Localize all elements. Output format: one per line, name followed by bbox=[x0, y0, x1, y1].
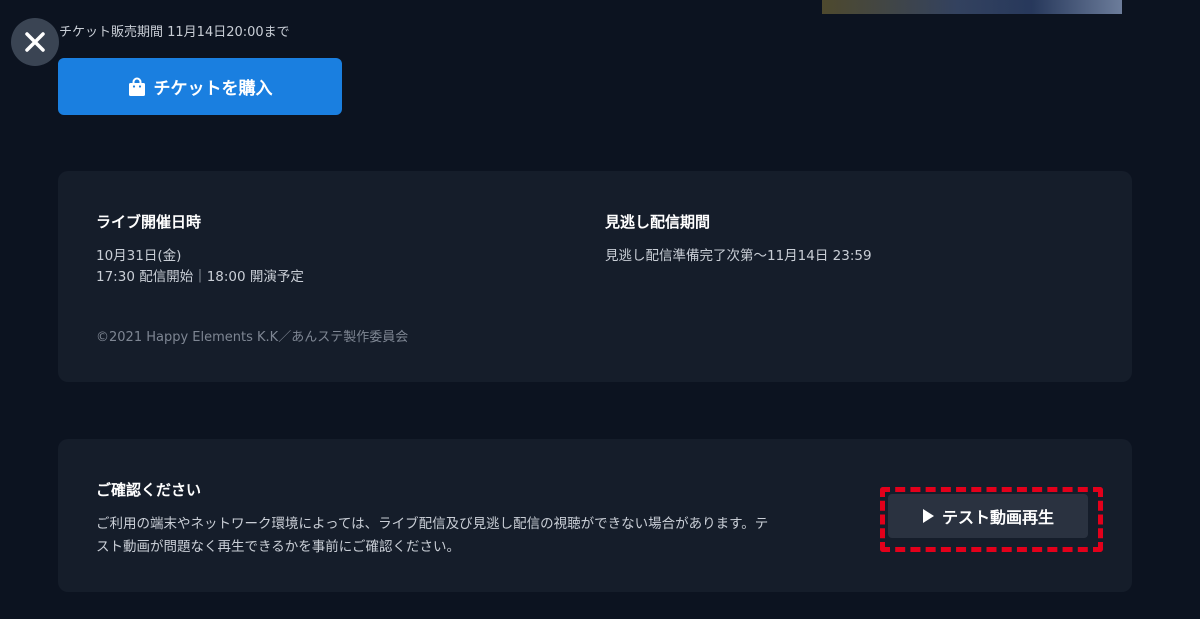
confirm-card: ご確認ください ご利用の端末やネットワーク環境によっては、ライブ配信及び見逃し配… bbox=[58, 439, 1132, 592]
archive-period-title: 見逃し配信期間 bbox=[605, 213, 711, 231]
confirm-title: ご確認ください bbox=[96, 481, 202, 499]
event-thumbnail bbox=[822, 0, 1122, 14]
close-button[interactable] bbox=[11, 18, 59, 66]
confirm-message: ご利用の端末やネットワーク環境によっては、ライブ配信及び見逃し配信の視聴ができな… bbox=[96, 513, 876, 559]
buy-ticket-label: チケットを購入 bbox=[153, 79, 273, 99]
shopping-bag-icon bbox=[128, 77, 145, 96]
live-time: 17:30 配信開始｜18:00 開演予定 bbox=[96, 269, 304, 285]
event-info-card: ライブ開催日時 10月31日(金) 17:30 配信開始｜18:00 開演予定 … bbox=[58, 171, 1132, 382]
live-datetime-title: ライブ開催日時 bbox=[96, 213, 202, 231]
test-video-button[interactable]: テスト動画再生 bbox=[888, 494, 1088, 538]
close-icon bbox=[25, 32, 45, 52]
confirm-message-line-1: ご利用の端末やネットワーク環境によっては、ライブ配信及び見逃し配信の視聴ができな… bbox=[96, 516, 769, 532]
buy-ticket-button[interactable]: チケットを購入 bbox=[58, 58, 342, 115]
play-icon bbox=[922, 509, 934, 523]
live-date: 10月31日(金) bbox=[96, 248, 182, 264]
test-video-label: テスト動画再生 bbox=[941, 508, 1054, 527]
archive-period: 見逃し配信準備完了次第〜11月14日 23:59 bbox=[605, 248, 872, 264]
copyright-text: ©2021 Happy Elements K.K／あんステ製作委員会 bbox=[96, 330, 409, 345]
ticket-sale-period: チケット販売期間 11月14日20:00まで bbox=[59, 25, 290, 40]
confirm-message-line-2: スト動画が問題なく再生できるかを事前にご確認ください。 bbox=[96, 539, 460, 555]
